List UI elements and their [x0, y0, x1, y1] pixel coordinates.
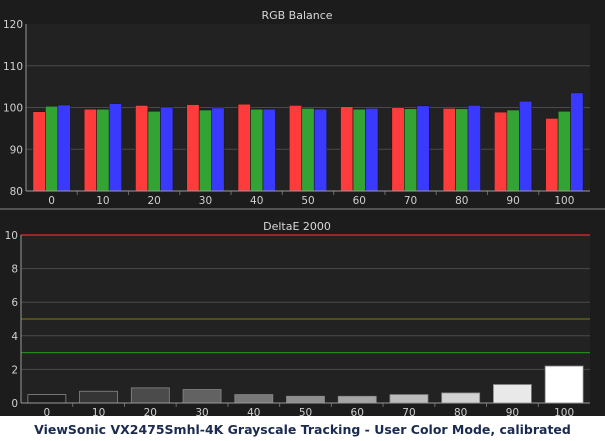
- bar: [96, 108, 110, 192]
- bar: [198, 109, 213, 192]
- y-tick-label: 90: [10, 144, 23, 156]
- bar: [262, 108, 276, 192]
- bar: [32, 111, 46, 192]
- bar: [416, 105, 430, 192]
- bar: [557, 110, 571, 192]
- bar: [45, 105, 59, 192]
- bar: [237, 103, 251, 192]
- bar: [340, 106, 354, 192]
- bar: [337, 395, 377, 404]
- bar: [519, 100, 533, 192]
- y-tick-label: 8: [11, 264, 18, 276]
- bar: [108, 103, 122, 192]
- x-tick-label: 100: [554, 407, 574, 419]
- y-tick-label: 10: [5, 230, 18, 242]
- rgb-balance-chart: RGB Balance 80 90 100 110 120 0 10 20 30 40 50 60 7…: [3, 9, 590, 207]
- x-tick-label: 0: [48, 195, 55, 207]
- bar: [79, 390, 118, 404]
- bar: [313, 108, 328, 192]
- deltae-title: DeltaE 2000: [263, 220, 331, 233]
- x-tick-label: 90: [506, 195, 519, 207]
- x-tick-label: 50: [301, 195, 314, 207]
- bar: [570, 92, 584, 192]
- x-tick-label: 80: [455, 195, 468, 207]
- bar: [27, 394, 67, 404]
- y-tick-label: 100: [3, 103, 23, 115]
- bar: [250, 108, 264, 192]
- y-tick-label: 2: [11, 364, 18, 376]
- bar: [182, 389, 222, 404]
- bar: [506, 109, 520, 192]
- y-tick-label: 0: [11, 398, 18, 410]
- x-tick-label: 70: [402, 407, 415, 419]
- bar: [389, 394, 429, 404]
- bar: [160, 106, 174, 192]
- bar: [286, 395, 325, 404]
- bar: [130, 387, 170, 404]
- bar: [301, 108, 315, 192]
- bar: [442, 108, 456, 192]
- x-tick-label: 60: [351, 407, 364, 419]
- bar: [467, 105, 481, 192]
- rgb-balance-title: RGB Balance: [261, 9, 332, 22]
- y-tick-label: 110: [3, 61, 23, 73]
- figure-caption: ViewSonic VX2475Smhl-4K Grayscale Tracki…: [34, 422, 571, 437]
- x-tick-label: 30: [199, 195, 212, 207]
- x-tick-label: 40: [250, 195, 263, 207]
- y-tick-label: 6: [11, 297, 18, 309]
- bar: [365, 108, 379, 192]
- x-tick-label: 0: [44, 407, 51, 419]
- bar: [403, 108, 418, 192]
- bar: [545, 118, 559, 192]
- bar: [288, 105, 303, 192]
- bar: [83, 108, 97, 192]
- x-tick-label: 10: [92, 407, 105, 419]
- bar: [147, 110, 161, 192]
- bar: [234, 394, 274, 404]
- bar: [135, 105, 149, 192]
- x-tick-label: 60: [353, 195, 366, 207]
- bar: [493, 384, 532, 404]
- x-tick-label: 70: [404, 195, 417, 207]
- x-tick-label: 40: [247, 407, 260, 419]
- y-tick-label: 4: [11, 331, 18, 343]
- y-tick-label: 80: [10, 186, 23, 198]
- bar: [544, 365, 584, 404]
- x-tick-label: 100: [554, 195, 574, 207]
- bar: [186, 104, 200, 192]
- grayscale-tracking-figure: RGB Balance 8090100110120 0 10 20 30 40 50 60 7…: [0, 0, 605, 419]
- x-tick-label: 20: [144, 407, 157, 419]
- bar: [455, 108, 469, 192]
- bar: [211, 107, 225, 192]
- bar: [494, 111, 508, 192]
- deltae-grid: [21, 235, 590, 407]
- x-tick-label: 10: [96, 195, 109, 207]
- x-tick-label: 50: [299, 407, 312, 419]
- x-tick-label: 90: [506, 407, 519, 419]
- x-tick-label: 80: [454, 407, 467, 419]
- bar: [391, 107, 405, 192]
- bar: [57, 104, 71, 192]
- deltae-chart: DeltaE 2000 0 2 4 6 8 10 0 10 20 30 40 50 60 70 80 90 1…: [5, 220, 590, 419]
- y-tick-label: 120: [3, 19, 23, 31]
- bar: [352, 108, 366, 192]
- x-tick-label: 20: [147, 195, 160, 207]
- x-tick-label: 30: [195, 407, 208, 419]
- bar: [441, 392, 481, 404]
